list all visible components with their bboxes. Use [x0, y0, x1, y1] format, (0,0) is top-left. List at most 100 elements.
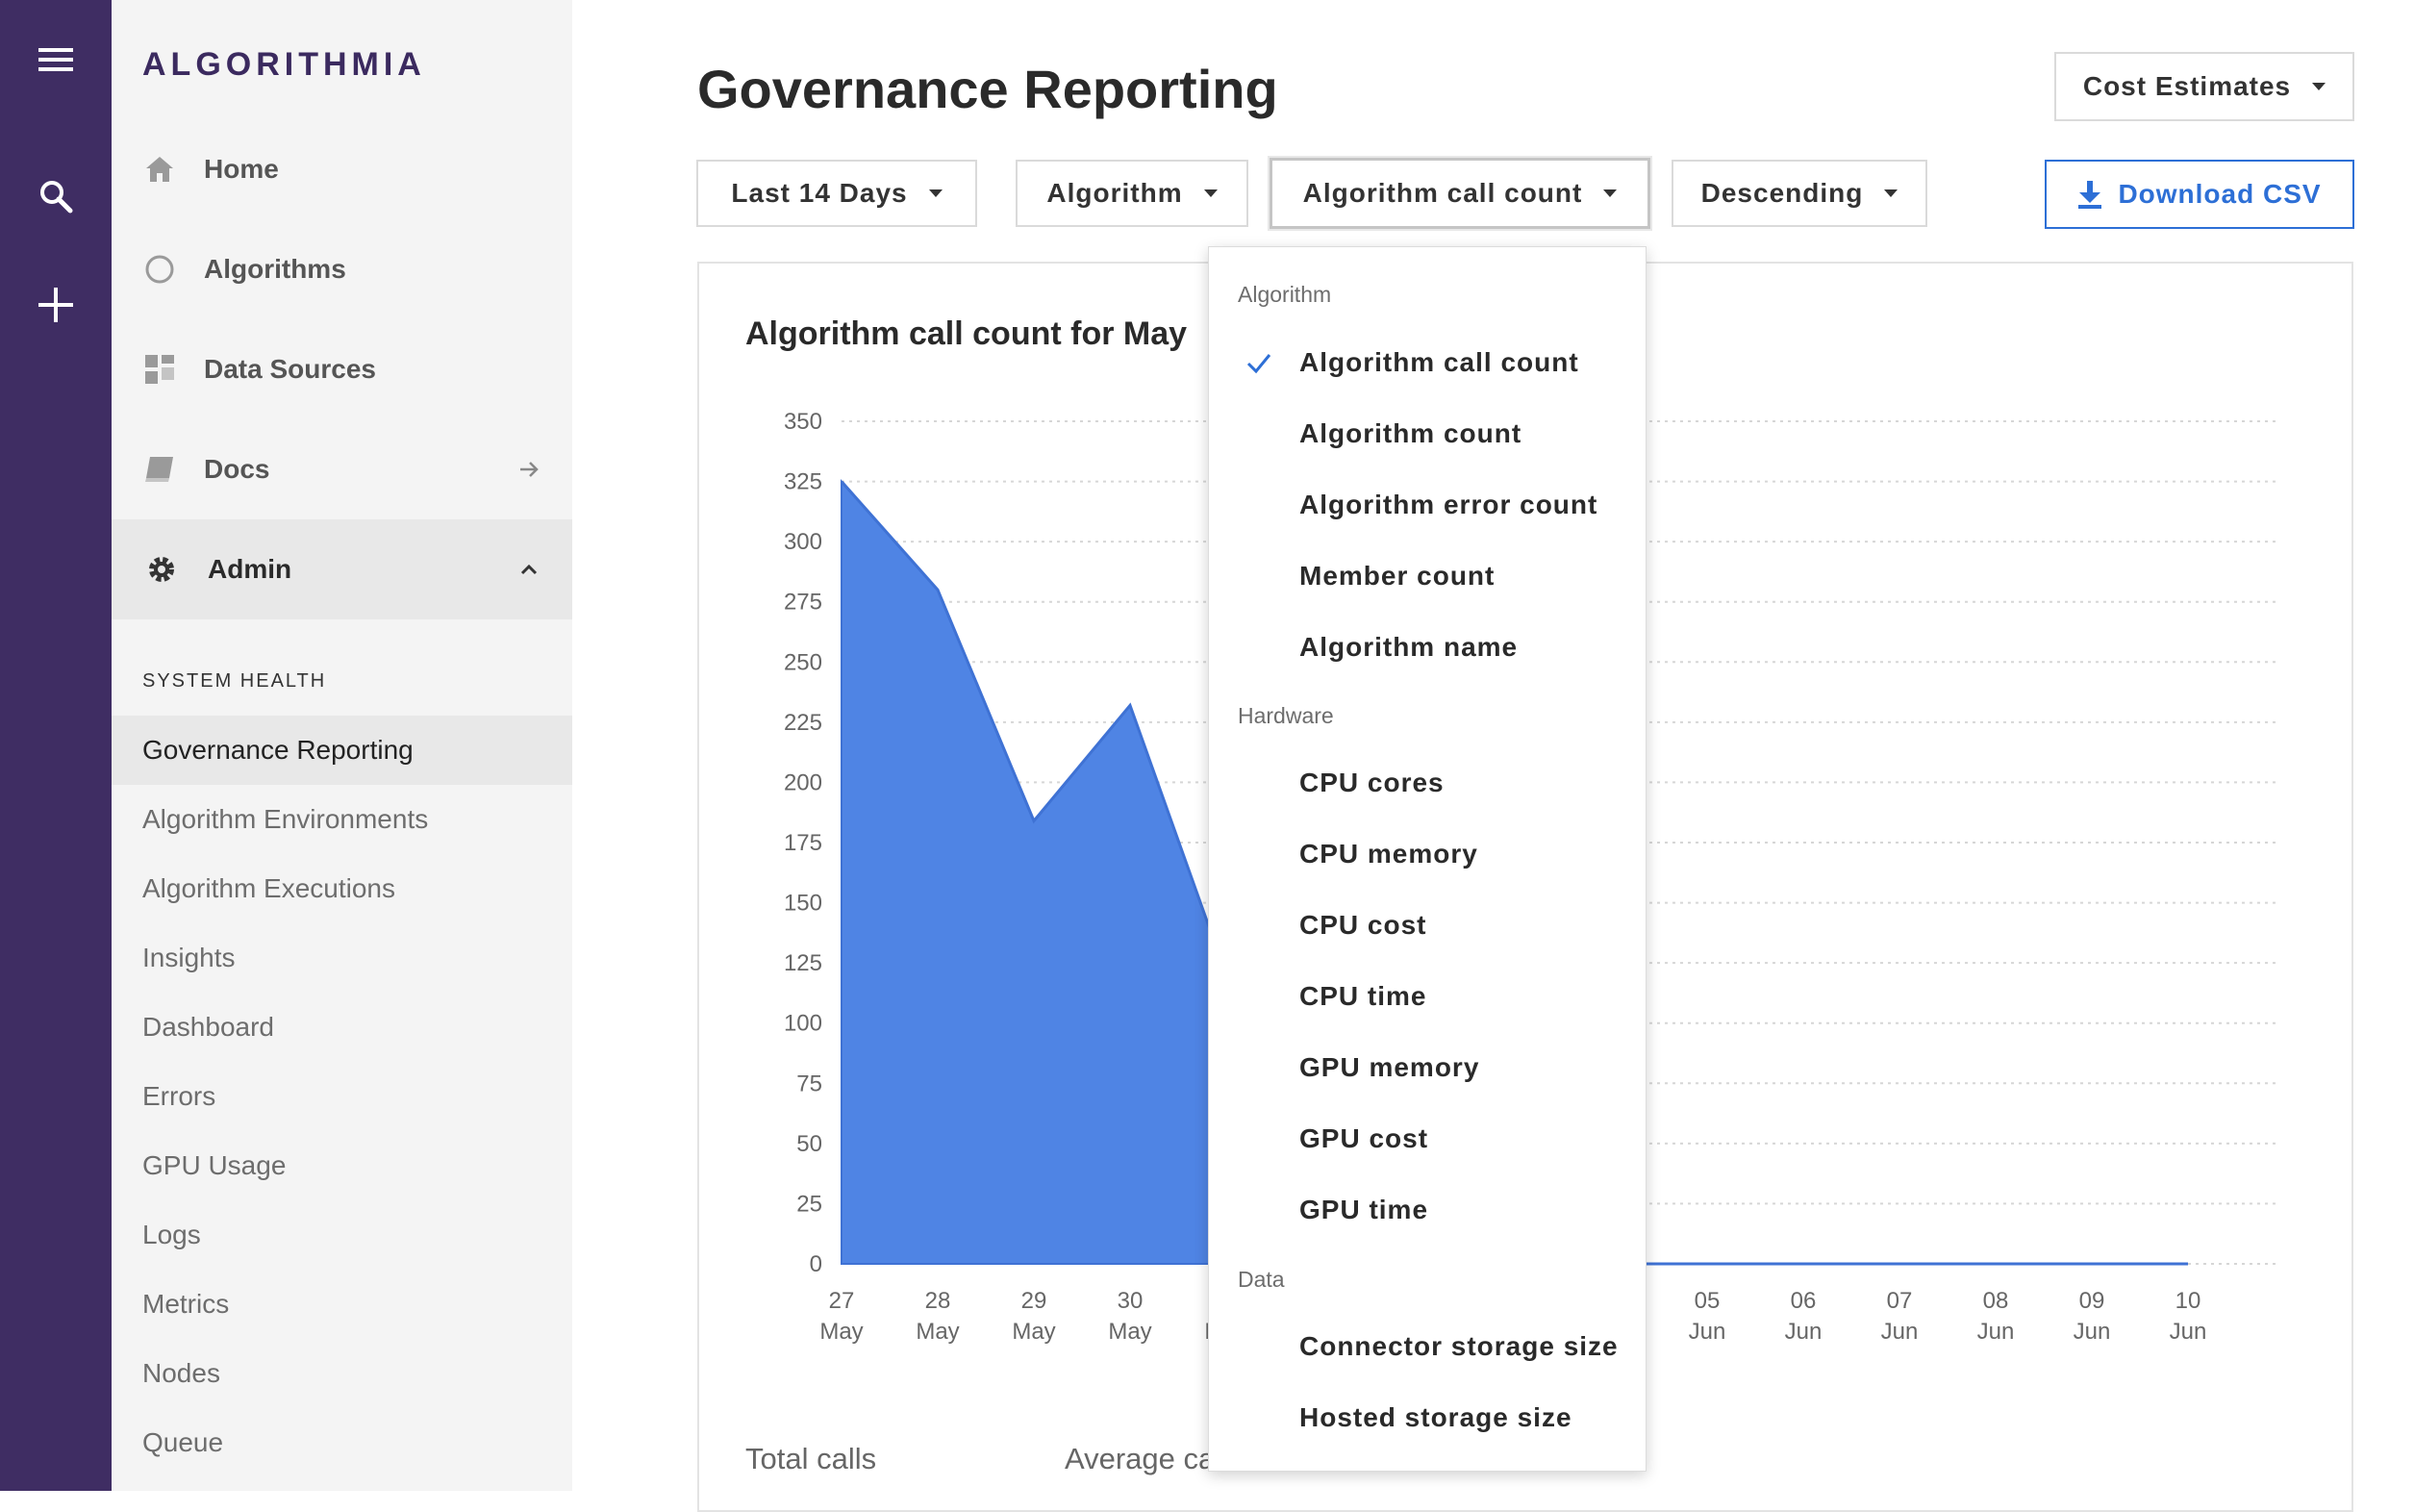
dropdown-group-data: Data	[1238, 1267, 1285, 1292]
subnav-gpu-usage[interactable]: GPU Usage	[112, 1131, 572, 1200]
option-gpu-cost[interactable]: GPU cost	[1209, 1105, 1647, 1172]
option-algorithm-error-count[interactable]: Algorithm error count	[1209, 471, 1647, 539]
option-label: GPU cost	[1299, 1123, 1429, 1153]
nav-item-docs[interactable]: Docs	[112, 419, 572, 519]
cost-estimates-label: Cost Estimates	[2082, 71, 2292, 101]
y-tick-label: 150	[784, 891, 822, 917]
option-algorithm-name[interactable]: Algorithm name	[1209, 614, 1647, 681]
subnav-label: Governance Reporting	[142, 735, 414, 765]
option-cpu-cores[interactable]: CPU cores	[1209, 749, 1647, 817]
nav-item-data-sources[interactable]: Data Sources	[112, 319, 572, 419]
x-tick-month: Jun	[2074, 1319, 2111, 1345]
subnav-dashboard[interactable]: Dashboard	[112, 993, 572, 1062]
caret-down-icon	[1203, 189, 1218, 197]
subnav-label: Algorithm Environments	[142, 804, 429, 834]
option-label: GPU time	[1299, 1195, 1429, 1224]
y-tick-label: 225	[784, 710, 822, 736]
chevron-up-icon[interactable]	[515, 555, 543, 584]
caret-down-icon	[1884, 189, 1899, 197]
checkmark-icon	[1246, 354, 1271, 374]
x-tick-month: May	[916, 1319, 959, 1345]
metric-dropdown[interactable]: Algorithm call count	[1270, 158, 1650, 229]
average-calls-label: Average ca	[1065, 1442, 1216, 1475]
subnav-label: Insights	[142, 943, 236, 972]
metric-dropdown-menu: Algorithm Algorithm call count Algorithm…	[1208, 246, 1647, 1472]
page-title: Governance Reporting	[697, 59, 1278, 119]
search-icon[interactable]	[25, 165, 87, 227]
date-range-label: Last 14 Days	[731, 178, 908, 208]
caret-down-icon	[928, 189, 943, 197]
subnav-algorithm-environments[interactable]: Algorithm Environments	[112, 785, 572, 854]
subnav-queue[interactable]: Queue	[112, 1408, 572, 1477]
y-tick-label: 100	[784, 1011, 822, 1037]
sidebar: ALGORITHMIA Home Algorithms Data Sources…	[112, 0, 572, 1491]
sort-order-dropdown[interactable]: Descending	[1672, 160, 1927, 227]
group-by-dropdown[interactable]: Algorithm	[1016, 160, 1248, 227]
subnav-label: Queue	[142, 1427, 224, 1457]
subnav-label: Errors	[142, 1081, 216, 1111]
y-tick-label: 300	[784, 529, 822, 555]
nav-label: Admin	[208, 554, 292, 584]
subnav-label: Nodes	[142, 1358, 220, 1388]
option-algorithm-count[interactable]: Algorithm count	[1209, 400, 1647, 467]
subnav-metrics[interactable]: Metrics	[112, 1270, 572, 1339]
plus-icon[interactable]	[25, 274, 87, 336]
option-algorithm-call-count[interactable]: Algorithm call count	[1209, 329, 1647, 396]
option-cpu-time[interactable]: CPU time	[1209, 963, 1647, 1030]
menu-icon[interactable]	[25, 29, 87, 90]
x-tick-month: May	[1012, 1319, 1055, 1345]
option-label: CPU time	[1299, 981, 1427, 1011]
subnav-insights[interactable]: Insights	[112, 923, 572, 993]
option-label: CPU cores	[1299, 768, 1445, 797]
sort-order-label: Descending	[1700, 178, 1864, 208]
subnav-governance-reporting[interactable]: Governance Reporting	[112, 716, 572, 785]
section-header-system-health: SYSTEM HEALTH	[142, 670, 327, 692]
arrow-right-icon	[515, 455, 543, 484]
date-range-dropdown[interactable]: Last 14 Days	[696, 160, 977, 227]
circle-icon	[142, 252, 177, 287]
book-icon	[142, 452, 177, 487]
subnav-label: Algorithm Executions	[142, 873, 396, 903]
y-tick-label: 350	[784, 409, 822, 435]
x-tick-day: 06	[1791, 1288, 1817, 1314]
x-tick-day: 08	[1983, 1288, 2009, 1314]
nav-item-admin[interactable]: Admin	[112, 519, 572, 619]
download-csv-button[interactable]: Download CSV	[2045, 160, 2354, 229]
brand-logo[interactable]: ALGORITHMIA	[142, 46, 426, 84]
option-label: GPU memory	[1299, 1052, 1480, 1082]
option-gpu-time[interactable]: GPU time	[1209, 1176, 1647, 1244]
nav-label: Home	[204, 154, 279, 184]
x-tick-day: 07	[1887, 1288, 1913, 1314]
y-tick-label: 200	[784, 769, 822, 795]
subnav-algorithm-executions[interactable]: Algorithm Executions	[112, 854, 572, 923]
group-by-label: Algorithm	[1046, 178, 1183, 208]
y-tick-label: 250	[784, 649, 822, 675]
option-gpu-memory[interactable]: GPU memory	[1209, 1034, 1647, 1101]
grid-icon	[142, 352, 177, 387]
gear-icon	[144, 552, 179, 587]
option-connector-storage-size[interactable]: Connector storage size	[1209, 1313, 1647, 1380]
y-tick-label: 125	[784, 950, 822, 976]
subnav-logs[interactable]: Logs	[112, 1200, 572, 1270]
option-label: Algorithm count	[1299, 418, 1522, 448]
x-tick-month: Jun	[1881, 1319, 1919, 1345]
nav-item-algorithms[interactable]: Algorithms	[112, 219, 572, 319]
metric-label: Algorithm call count	[1302, 178, 1583, 208]
option-hosted-storage-size[interactable]: Hosted storage size	[1209, 1384, 1647, 1451]
home-icon	[142, 152, 177, 187]
cost-estimates-dropdown[interactable]: Cost Estimates	[2054, 52, 2354, 121]
subnav-errors[interactable]: Errors	[112, 1062, 572, 1131]
nav-label: Algorithms	[204, 254, 346, 284]
subnav-nodes[interactable]: Nodes	[112, 1339, 572, 1408]
caret-down-icon	[2312, 83, 2326, 90]
x-tick-day: 29	[1021, 1288, 1047, 1314]
y-tick-label: 25	[796, 1191, 822, 1217]
nav-item-home[interactable]: Home	[112, 119, 572, 219]
y-tick-label: 275	[784, 590, 822, 616]
x-tick-day: 27	[829, 1288, 855, 1314]
option-label: CPU memory	[1299, 839, 1478, 869]
x-tick-month: May	[819, 1319, 863, 1345]
option-member-count[interactable]: Member count	[1209, 542, 1647, 610]
option-cpu-cost[interactable]: CPU cost	[1209, 892, 1647, 959]
option-cpu-memory[interactable]: CPU memory	[1209, 820, 1647, 888]
